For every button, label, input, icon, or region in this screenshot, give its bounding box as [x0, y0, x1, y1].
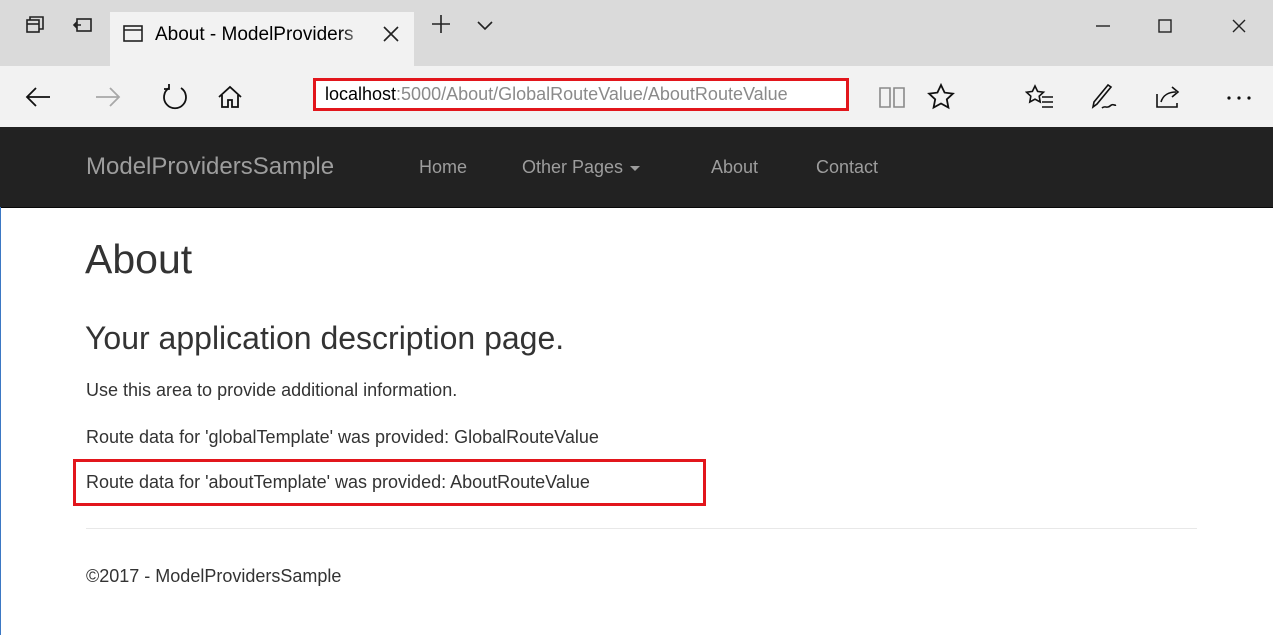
star-icon[interactable]	[926, 82, 956, 112]
site-navbar: ModelProvidersSample Home Other Pages Ab…	[0, 127, 1273, 208]
forward-arrow-icon[interactable]	[93, 82, 123, 112]
window-left-border	[0, 207, 1, 635]
more-icon[interactable]	[1224, 82, 1254, 112]
nav-about-link[interactable]: About	[711, 157, 758, 178]
caret-down-icon	[630, 165, 641, 171]
page-subtitle: Your application description page.	[85, 320, 565, 356]
chevron-down-icon[interactable]	[474, 14, 496, 36]
footer-text: ©2017 - ModelProvidersSample	[86, 566, 342, 586]
tab-title: About - ModelProviders	[155, 24, 354, 45]
url-host: localhost	[325, 84, 397, 104]
browser-tab[interactable]: About - ModelProviders	[110, 12, 414, 66]
highlight-box	[73, 459, 706, 506]
pen-icon[interactable]	[1088, 82, 1118, 112]
tab-set-aside-icon[interactable]	[24, 14, 46, 36]
nav-other-pages-label: Other Pages	[522, 157, 624, 177]
tab-close-icon[interactable]	[380, 23, 402, 45]
page-title: About	[85, 236, 193, 282]
address-bar[interactable]: localhost:5000/About/GlobalRouteValue/Ab…	[313, 78, 849, 111]
home-icon[interactable]	[215, 82, 245, 112]
show-tabs-aside-icon[interactable]	[72, 14, 94, 36]
site-brand-link[interactable]: ModelProvidersSample	[86, 153, 334, 181]
favorites-hub-icon[interactable]	[1025, 82, 1055, 112]
reading-view-icon[interactable]	[877, 82, 907, 112]
nav-home-link[interactable]: Home	[419, 157, 467, 178]
url-path: :5000/About/GlobalRouteValue/AboutRouteV…	[396, 84, 788, 104]
share-icon[interactable]	[1152, 82, 1182, 112]
footer-divider	[86, 528, 1197, 529]
info-text: Use this area to provide additional info…	[86, 380, 458, 400]
page-icon	[122, 22, 144, 44]
nav-other-pages-dropdown[interactable]: Other Pages	[522, 157, 641, 178]
browser-titlebar: About - ModelProviders	[0, 0, 1273, 66]
refresh-icon[interactable]	[160, 82, 190, 112]
nav-contact-link[interactable]: Contact	[816, 157, 878, 178]
new-tab-icon[interactable]	[430, 13, 452, 35]
minimize-icon[interactable]	[1088, 14, 1118, 38]
window-close-icon[interactable]	[1224, 14, 1254, 38]
global-route-text: Route data for 'globalTemplate' was prov…	[86, 427, 599, 447]
maximize-icon[interactable]	[1150, 14, 1180, 38]
back-arrow-icon[interactable]	[23, 82, 53, 112]
